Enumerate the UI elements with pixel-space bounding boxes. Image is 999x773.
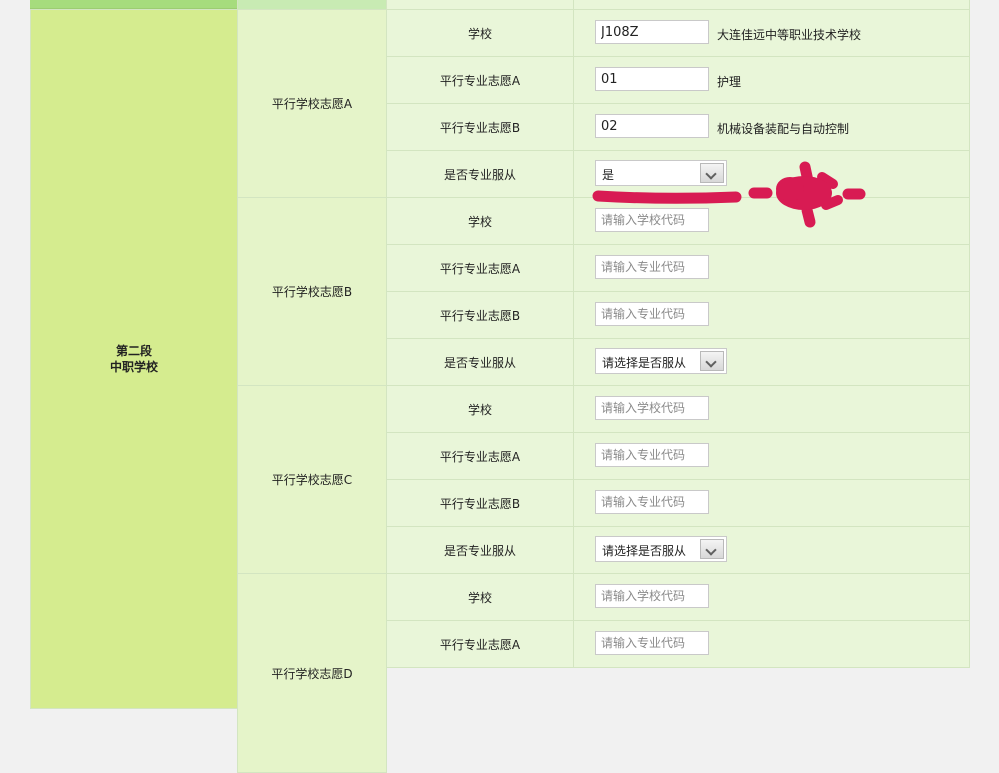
- major-code-input[interactable]: [595, 302, 709, 326]
- row-label: 平行专业志愿A: [439, 261, 521, 276]
- row-field-cell: [573, 573, 970, 621]
- major-obey-select[interactable]: 请选择是否服从: [595, 536, 727, 562]
- header-band-group: [237, 0, 387, 9]
- major-code-input[interactable]: [595, 67, 709, 91]
- school-code-input[interactable]: [595, 208, 709, 232]
- row-field-cell: 大连佳远中等职业技术学校: [573, 9, 970, 57]
- chevron-down-icon[interactable]: [700, 539, 724, 559]
- row-label: 平行专业志愿A: [439, 637, 521, 652]
- row-field-cell: 是: [573, 150, 970, 198]
- major-obey-select[interactable]: 是: [595, 160, 727, 186]
- row-field-cell: [573, 291, 970, 339]
- row-label-cell: 平行专业志愿A: [386, 432, 574, 480]
- row-label-cell: 学校: [386, 385, 574, 433]
- row-field-cell: [573, 479, 970, 527]
- row-label-cell: 平行专业志愿B: [386, 103, 574, 151]
- major-code-input[interactable]: [595, 114, 709, 138]
- school-code-input[interactable]: [595, 584, 709, 608]
- row-label: 是否专业服从: [443, 167, 516, 182]
- select-value: 是: [602, 168, 615, 182]
- school-name: 大连佳远中等职业技术学校: [717, 28, 862, 42]
- group-title: 平行学校志愿C: [271, 473, 353, 487]
- row-label: 平行专业志愿A: [439, 73, 521, 88]
- row-label: 学校: [467, 214, 492, 229]
- select-value: 请选择是否服从: [602, 356, 687, 370]
- row-field-cell: 机械设备装配与自动控制: [573, 103, 970, 151]
- row-field-cell: [573, 197, 970, 245]
- row-field-cell: 护理: [573, 56, 970, 104]
- row-label: 平行专业志愿B: [439, 308, 521, 323]
- row-label-cell: 平行专业志愿B: [386, 291, 574, 339]
- row-label: 平行专业志愿B: [439, 120, 521, 135]
- group-title: 平行学校志愿B: [271, 285, 353, 299]
- row-label: 是否专业服从: [443, 355, 516, 370]
- header-band-field: [573, 0, 970, 9]
- group-cell: 平行学校志愿B: [237, 197, 387, 386]
- row-label-cell: 平行专业志愿A: [386, 56, 574, 104]
- row-label: 学校: [467, 26, 492, 41]
- chevron-down-icon[interactable]: [700, 163, 724, 183]
- header-band-label: [386, 0, 574, 9]
- row-label-cell: 平行专业志愿A: [386, 244, 574, 292]
- group-cell: 平行学校志愿C: [237, 385, 387, 574]
- stage-cell: 第二段 中职学校: [30, 9, 238, 709]
- row-label-cell: 平行专业志愿A: [386, 620, 574, 668]
- row-field-cell: [573, 244, 970, 292]
- group-title: 平行学校志愿D: [271, 666, 353, 681]
- major-name: 护理: [717, 75, 742, 89]
- volunteer-form-table: 第二段 中职学校 平行学校志愿A学校大连佳远中等职业技术学校平行专业志愿A护理平…: [0, 0, 999, 773]
- major-code-input[interactable]: [595, 443, 709, 467]
- stage-label-line-2: 中职学校: [109, 360, 158, 374]
- select-value: 请选择是否服从: [602, 544, 687, 558]
- header-band-stage: [30, 0, 238, 9]
- school-code-input[interactable]: [595, 396, 709, 420]
- group-cell: 平行学校志愿D: [237, 573, 387, 773]
- row-label: 学校: [467, 590, 492, 605]
- group-title: 平行学校志愿A: [271, 97, 353, 111]
- row-label: 是否专业服从: [443, 543, 516, 558]
- major-code-input[interactable]: [595, 255, 709, 279]
- major-name: 机械设备装配与自动控制: [717, 122, 850, 136]
- row-label-cell: 学校: [386, 573, 574, 621]
- chevron-down-icon[interactable]: [700, 351, 724, 371]
- row-label: 平行专业志愿A: [439, 449, 521, 464]
- school-code-input[interactable]: [595, 20, 709, 44]
- major-obey-select[interactable]: 请选择是否服从: [595, 348, 727, 374]
- row-field-cell: 请选择是否服从: [573, 526, 970, 574]
- row-field-cell: [573, 385, 970, 433]
- row-field-cell: [573, 432, 970, 480]
- row-label-cell: 是否专业服从: [386, 150, 574, 198]
- row-field-cell: [573, 620, 970, 668]
- row-field-cell: 请选择是否服从: [573, 338, 970, 386]
- row-label-cell: 学校: [386, 197, 574, 245]
- row-label-cell: 是否专业服从: [386, 338, 574, 386]
- major-code-input[interactable]: [595, 490, 709, 514]
- row-label: 学校: [467, 402, 492, 417]
- row-label: 平行专业志愿B: [439, 496, 521, 511]
- row-label-cell: 学校: [386, 9, 574, 57]
- group-cell: 平行学校志愿A: [237, 9, 387, 198]
- major-code-input[interactable]: [595, 631, 709, 655]
- stage-label-line-1: 第二段: [115, 344, 152, 358]
- row-label-cell: 是否专业服从: [386, 526, 574, 574]
- row-label-cell: 平行专业志愿B: [386, 479, 574, 527]
